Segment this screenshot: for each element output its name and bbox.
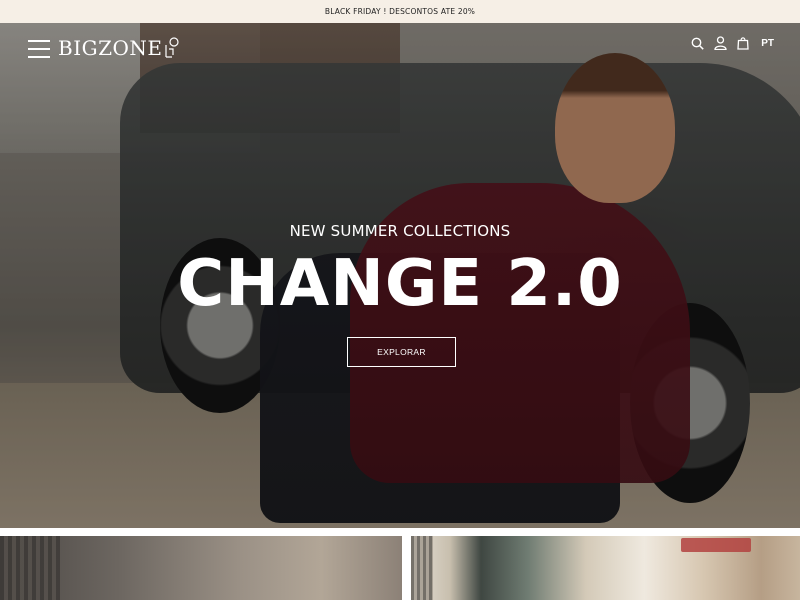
hero-content: NEW SUMMER COLLECTIONS CHANGE 2.0 [0,222,800,324]
hero-subtitle: NEW SUMMER COLLECTIONS [289,222,511,240]
logo-text: BIGZONE [58,36,163,60]
explore-button[interactable]: EXPLORAR [347,337,456,367]
language-selector[interactable]: PT [761,38,774,49]
logo-emblem-icon [165,37,180,58]
header-actions: PT [690,34,774,52]
user-icon[interactable] [713,36,727,50]
collection-tile-left[interactable] [0,536,402,600]
collection-tiles [0,536,800,600]
tile-right-shutter-detail [411,536,433,600]
shopping-bag-icon[interactable] [736,36,750,50]
tile-right-awning-detail [681,538,751,552]
search-icon[interactable] [690,36,704,50]
site-logo[interactable]: BIGZONE [58,34,180,64]
hamburger-menu-icon[interactable] [28,40,50,58]
hero-headline: CHANGE 2.0 [177,247,623,321]
announcement-text: BLACK FRIDAY ! DESCONTOS ATE 20% [324,7,476,16]
collection-tile-right[interactable] [411,536,800,600]
tile-left-shutter-detail [0,536,60,600]
announcement-bar: BLACK FRIDAY ! DESCONTOS ATE 20% [0,0,800,23]
